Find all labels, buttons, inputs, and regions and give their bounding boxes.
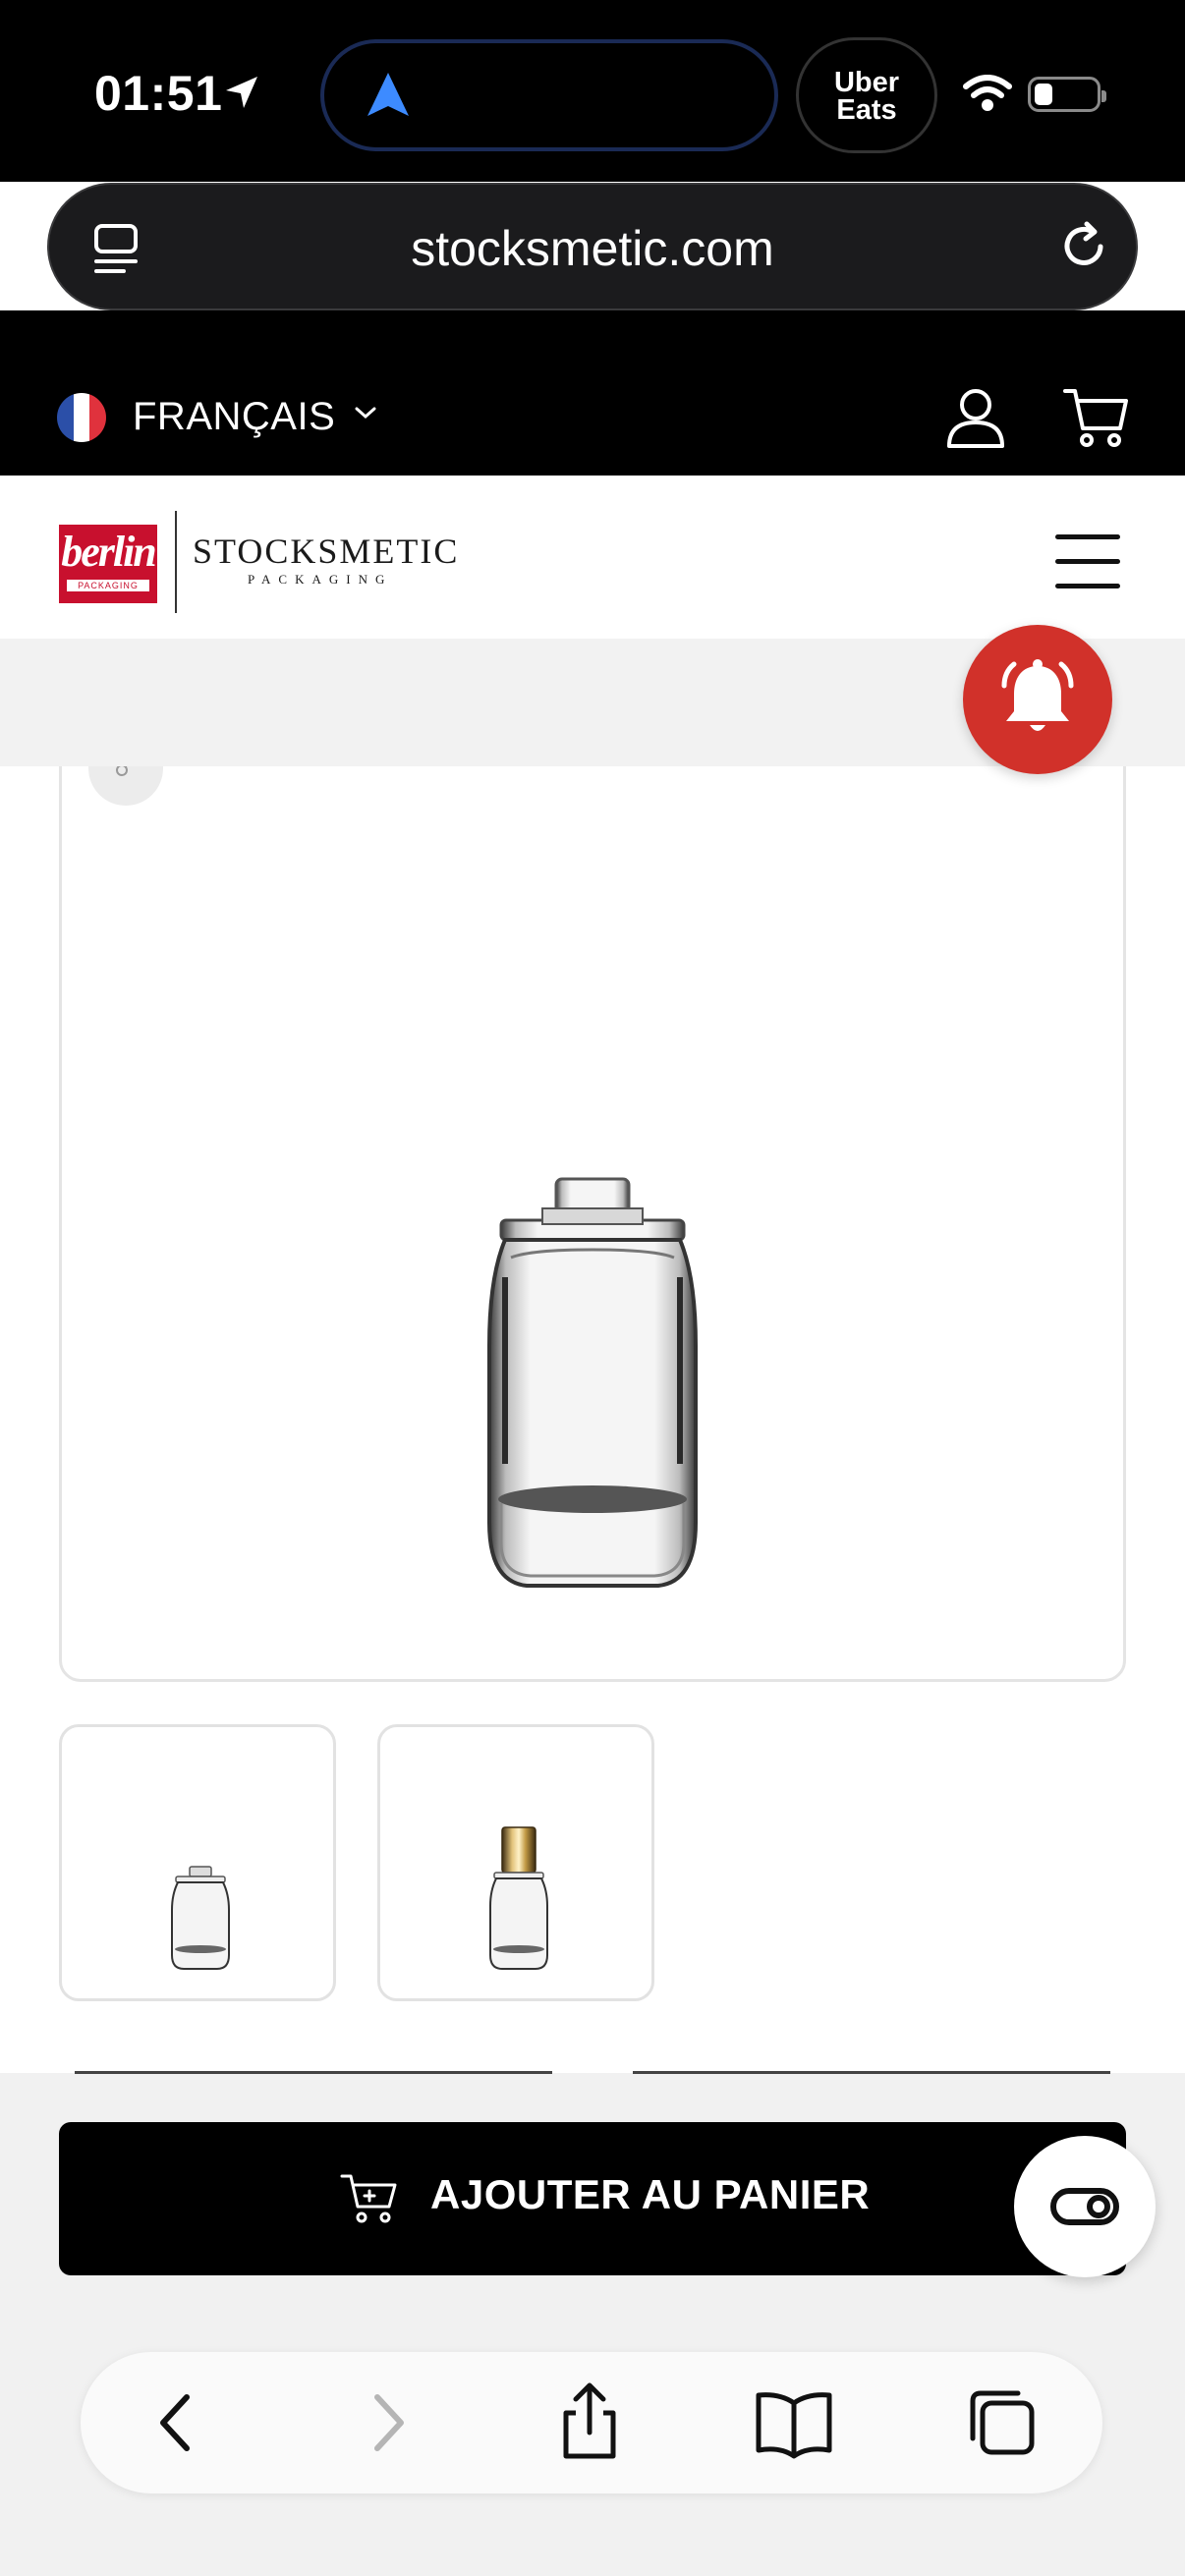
url-text: stocksmetic.com — [411, 221, 774, 276]
toggle-icon — [1050, 2188, 1119, 2225]
book-icon — [756, 2392, 832, 2459]
berlin-logo-subtext: PACKAGING — [67, 580, 149, 591]
account-icon[interactable] — [943, 385, 1008, 450]
hamburger-menu-icon[interactable] — [1055, 534, 1120, 588]
wifi-icon — [963, 75, 1012, 111]
share-icon — [563, 2382, 616, 2459]
site-header — [0, 476, 1185, 639]
forward-button[interactable] — [344, 2381, 426, 2464]
location-arrow-icon — [226, 77, 257, 108]
dynamic-island — [320, 39, 778, 151]
logo-divider — [175, 511, 177, 613]
cart-icon[interactable] — [1061, 385, 1130, 450]
thumbnail-bottle-image — [171, 1866, 230, 1970]
add-to-cart-button[interactable]: AJOUTER AU PANIER — [59, 2122, 1126, 2275]
safari-toolbar — [81, 2352, 1102, 2493]
cart-icon — [340, 2174, 397, 2223]
chevron-right-icon — [374, 2394, 404, 2451]
tabs-button[interactable] — [961, 2381, 1044, 2464]
notification-bell-button[interactable] — [963, 625, 1112, 774]
language-selector[interactable]: FRANÇAIS — [133, 395, 335, 439]
chevron-left-icon — [160, 2394, 190, 2451]
navigation-arrow-icon — [367, 73, 409, 116]
reload-icon[interactable] — [1057, 220, 1110, 273]
chevron-down-icon[interactable] — [354, 405, 377, 420]
address-bar[interactable]: stocksmetic.com — [47, 183, 1138, 310]
stocksmetic-logo[interactable]: STOCKSMETIC — [193, 531, 459, 572]
toggle-widget-button[interactable] — [1014, 2136, 1156, 2277]
battery-icon — [1028, 77, 1106, 112]
uber-label: Uber — [833, 67, 900, 98]
product-thumbnail-2[interactable] — [377, 1724, 654, 2001]
berlin-logo-text: berlin — [61, 528, 157, 576]
back-button[interactable] — [138, 2381, 220, 2464]
status-bar: 01:51 Uber Eats stocksmetic.com — [0, 0, 1185, 310]
status-time: 01:51 — [94, 66, 223, 121]
tabs-icon — [970, 2390, 1035, 2455]
product-bottle-image — [487, 1177, 698, 1588]
eats-label: Eats — [836, 94, 897, 126]
share-button[interactable] — [548, 2381, 631, 2464]
bookmarks-button[interactable] — [753, 2381, 835, 2464]
product-thumbnail-1[interactable] — [59, 1724, 336, 2001]
tab-indicator-right — [633, 2071, 1110, 2074]
thumbnail-gold-cap-bottle-image — [489, 1826, 548, 1970]
bell-icon — [1001, 659, 1074, 731]
france-flag-icon[interactable] — [57, 393, 106, 442]
stocksmetic-logo-subtext: PACKAGING — [248, 572, 393, 587]
uber-eats-activity[interactable]: Uber Eats — [796, 37, 937, 153]
berlin-packaging-logo[interactable]: berlin PACKAGING — [59, 525, 157, 603]
add-to-cart-label: AJOUTER AU PANIER — [430, 2171, 871, 2217]
tab-indicator-left — [75, 2071, 552, 2074]
